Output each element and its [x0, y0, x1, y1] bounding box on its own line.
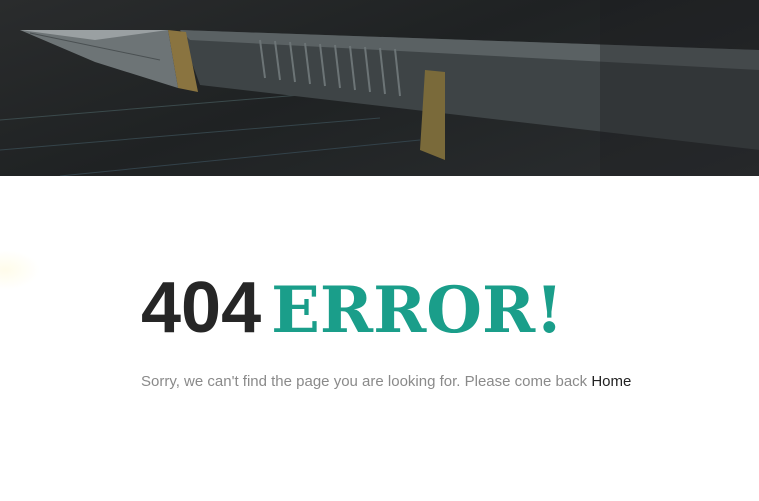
home-link[interactable]: Home [591, 373, 631, 390]
hero-banner [0, 0, 759, 176]
error-heading: 404 ERROR! [141, 270, 741, 349]
error-message: Sorry, we can't find the page you are lo… [141, 373, 588, 390]
light-glare [0, 250, 40, 290]
error-message-line: Sorry, we can't find the page you are lo… [141, 373, 741, 390]
error-code: 404 [141, 268, 262, 348]
error-label: ERROR! [271, 273, 564, 348]
fountain-pen-image [0, 0, 759, 176]
error-content: 404 ERROR! Sorry, we can't find the page … [141, 270, 741, 390]
